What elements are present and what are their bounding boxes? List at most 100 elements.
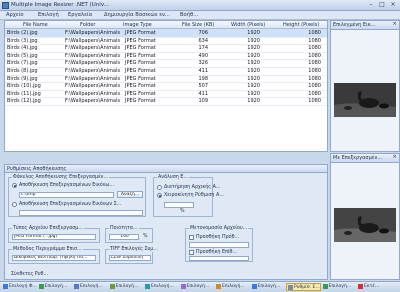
col-file-size[interactable]: File Size (KB) xyxy=(182,22,214,28)
menu-file[interactable]: Αρχείο xyxy=(6,12,24,18)
task-tab-8[interactable]: Επιλογή... xyxy=(251,283,286,291)
table-cell: 490 xyxy=(198,52,208,59)
table-cell: F:\Wallpapers\Animals xyxy=(65,98,121,105)
save-option-label-2: Αποθήκευση Επεξεργασμένων Εικόνων Σ... xyxy=(19,202,122,207)
table-cell: Birds (9).jpg xyxy=(7,75,38,82)
browse-button[interactable]: Αναζή... xyxy=(117,191,143,198)
col-folder[interactable]: Folder xyxy=(80,22,95,28)
table-cell: 1080 xyxy=(308,83,321,90)
table-cell: 1920 xyxy=(247,98,260,105)
table-cell: F:\Wallpapers\Animals xyxy=(65,30,121,36)
task-tab-9[interactable]: Ρυθμίσ. Ε... xyxy=(286,283,321,291)
close-icon[interactable]: × xyxy=(392,154,397,160)
save-option-radio-1[interactable] xyxy=(12,183,17,188)
table-cell: 1920 xyxy=(247,90,260,97)
menu-bar: Αρχείο Επιλογή Εργαλεία Δημιουργία Βασικ… xyxy=(0,11,400,20)
subfolder-input[interactable] xyxy=(19,210,143,216)
table-cell: Birds (4).jpg xyxy=(7,45,38,52)
pane-header: Επιλεγμένη Εικ... × xyxy=(331,21,399,30)
app-icon xyxy=(2,2,9,9)
manual-resolution-radio[interactable] xyxy=(157,193,162,198)
rename-group-title: Μετονομασία Αρχείου... xyxy=(189,226,249,231)
save-option-label-1: Αποθήκευση Επεξεργασμένων Εικόνω... xyxy=(19,183,114,188)
task-tab-3[interactable]: Επιλογή... xyxy=(73,283,108,291)
table-cell: 1080 xyxy=(308,52,321,59)
table-cell: JPEG Format xyxy=(125,60,156,67)
pane-header: Με Επεξεργασμέν... × xyxy=(331,154,399,163)
save-settings-panel: Ρυθμίσεις Αποθήκευσης Φάκελος Αποθήκευση… xyxy=(4,164,328,280)
suffix-checkbox[interactable] xyxy=(189,250,194,255)
table-cell: Birds (11).jpg xyxy=(7,90,41,97)
table-cell: 1080 xyxy=(308,98,321,105)
table-cell: JPEG Format xyxy=(125,30,156,36)
close-icon[interactable]: × xyxy=(392,21,397,27)
pane-title: Επιλεγμένη Εικ... xyxy=(333,22,376,28)
close-icon[interactable]: × xyxy=(388,1,398,9)
task-tab-6[interactable]: Επιλογή... xyxy=(180,283,215,291)
prefix-checkbox[interactable] xyxy=(189,235,194,240)
table-cell: 1920 xyxy=(247,37,260,44)
task-tab-1[interactable]: Επιλογή Φ... xyxy=(2,283,37,291)
task-tab-label: Ρυθμίσ. Ε... xyxy=(294,285,320,290)
keep-resolution-radio[interactable] xyxy=(157,185,162,190)
save-icon xyxy=(288,285,293,290)
task-tab-7[interactable]: Επιλογή... xyxy=(215,283,250,291)
save-folder-group: Φάκελος Αποθήκευσης Επεξεργασμέν... Αποθ… xyxy=(8,175,146,217)
table-cell: F:\Wallpapers\Animals xyxy=(65,60,121,67)
resolution-input[interactable] xyxy=(164,202,194,208)
tiff-options-group: TIFF Επιλογές Συμ... LZW Συμπίεση xyxy=(105,247,159,264)
table-cell: 1920 xyxy=(247,83,260,90)
save-option-radio-2[interactable] xyxy=(12,202,17,207)
suffix-label: Προσθήκη Επίθ... xyxy=(196,250,238,255)
title-bar: Multiple Image Resizer .NET (Univ... – □… xyxy=(0,0,400,11)
task-tab-label: Επιλογή... xyxy=(80,284,103,289)
task-tab-11[interactable]: Εκτέ... xyxy=(357,283,392,291)
table-cell: 1920 xyxy=(247,52,260,59)
processed-image-pane: Με Επεξεργασμέν... × xyxy=(330,153,400,280)
table-cell: F:\Wallpapers\Animals xyxy=(65,45,121,52)
maximize-icon[interactable]: □ xyxy=(377,1,387,9)
watermark-icon xyxy=(216,284,221,289)
table-cell: JPEG Format xyxy=(125,52,156,59)
keep-resolution-label: Διατήρηση Αρχικής Α... xyxy=(164,185,221,190)
task-tab-10[interactable]: Επιλογή... xyxy=(322,283,357,291)
resolution-group-title: Ανάλυση Ε... xyxy=(157,175,189,180)
col-image-type[interactable]: Image Type xyxy=(123,22,152,28)
menu-tools[interactable]: Εργαλεία xyxy=(68,12,92,18)
menu-create[interactable]: Δημιουργία Βασικών εν... xyxy=(104,12,170,18)
table-cell: 1080 xyxy=(308,30,321,36)
table-cell: 1080 xyxy=(308,75,321,82)
table-cell: F:\Wallpapers\Animals xyxy=(65,68,121,74)
menu-select[interactable]: Επιλογή xyxy=(38,12,59,18)
col-width[interactable]: Width (Pixels) xyxy=(231,22,265,28)
save-path-input[interactable]: c:\tmp xyxy=(19,192,114,198)
suffix-input[interactable] xyxy=(189,256,249,261)
table-cell: 1080 xyxy=(308,45,321,52)
interpolation-group: Μέθοδος Περιγράμμα Επισ... Δικυβικός Βελ… xyxy=(8,247,100,264)
col-height[interactable]: Height (Pixels) xyxy=(283,22,319,28)
task-tab-4[interactable]: Επιλογή... xyxy=(109,283,144,291)
table-cell: 411 xyxy=(198,68,208,74)
task-tab-2[interactable]: Επιλογή... xyxy=(38,283,73,291)
file-type-select[interactable]: JPEG Format (*.jpg) xyxy=(12,234,96,240)
file-grid[interactable]: File Name Folder Image Type File Size (K… xyxy=(4,20,328,152)
minimize-icon[interactable]: – xyxy=(366,1,376,9)
advanced-settings-label: Σύνθετες Ρυθ... xyxy=(11,272,49,277)
col-file-name[interactable]: File Name xyxy=(23,22,48,28)
border-icon xyxy=(251,284,257,289)
interpolation-group-title: Μέθοδος Περιγράμμα Επισ... xyxy=(12,247,83,252)
table-cell: 1080 xyxy=(308,60,321,67)
tiff-compression-select[interactable]: LZW Συμπίεση xyxy=(109,255,151,261)
prefix-input[interactable] xyxy=(189,242,249,248)
table-cell: Birds (10).jpg xyxy=(7,83,41,90)
menu-help[interactable]: Βοήθ... xyxy=(180,12,198,18)
table-cell: 1080 xyxy=(308,37,321,44)
task-tab-label: Επιλογή Φ... xyxy=(9,284,37,289)
task-tab-5[interactable]: Επιλογή... xyxy=(144,283,179,291)
table-cell: 1920 xyxy=(247,68,260,74)
table-cell: JPEG Format xyxy=(125,45,156,52)
table-row[interactable]: Birds (12).jpg F:\Wallpapers\Animals JPEG … xyxy=(5,97,327,106)
quality-input[interactable]: 100 xyxy=(109,234,139,240)
task-tab-label: Επιλογή... xyxy=(222,284,245,289)
interpolation-select[interactable]: Δικυβικός Βελτιωμ. (Υψηλή Πο... xyxy=(12,255,96,261)
